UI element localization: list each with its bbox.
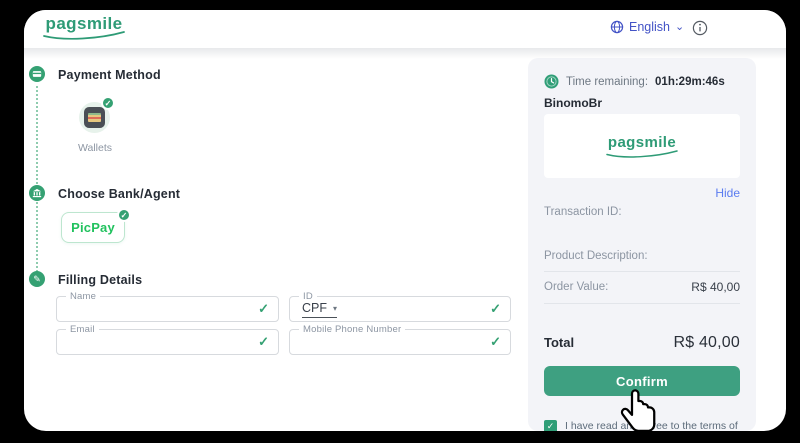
terms-text: I have read and agree to the terms of us… — [565, 420, 740, 431]
step-title-filling-details: Filling Details — [58, 273, 142, 287]
step-badge-payment-method — [29, 66, 45, 82]
hide-link[interactable]: Hide — [715, 186, 740, 200]
order-value: R$ 40,00 — [691, 280, 740, 294]
divider — [544, 303, 740, 304]
pagsmile-logo: pagsmile — [41, 15, 127, 40]
order-value-row: Order Value: R$ 40,00 — [544, 280, 740, 294]
pencil-icon: ✎ — [33, 274, 41, 285]
name-valid-check-icon: ✓ — [258, 301, 269, 317]
time-remaining-row: Time remaining: 01h:29m:46s — [544, 74, 740, 89]
clock-icon — [544, 74, 559, 89]
merchant-logo-swoosh-icon — [604, 150, 680, 158]
picpay-logo: PicPay — [71, 220, 115, 235]
email-input[interactable] — [67, 332, 222, 352]
step-badge-choose-bank — [29, 185, 45, 201]
language-label: English — [629, 20, 670, 34]
id-field: ID CPF ▾ ✓ — [289, 296, 511, 322]
transaction-id-label: Transaction ID: — [544, 206, 622, 218]
select-arrow-icon: ▾ — [333, 304, 337, 313]
total-value: R$ 40,00 — [673, 334, 740, 352]
id-valid-check-icon: ✓ — [490, 301, 501, 317]
order-value-label: Order Value: — [544, 281, 608, 293]
product-description-label: Product Description: — [544, 250, 648, 262]
language-selector[interactable]: English ⌄ — [610, 20, 684, 34]
time-remaining-value: 01h:29m:46s — [655, 76, 725, 88]
wallet-icon — [84, 107, 105, 128]
terms-checkbox[interactable]: ✓ — [544, 420, 557, 431]
step-connector-line — [36, 86, 38, 272]
merchant-logo: pagsmile — [604, 134, 680, 158]
order-summary-panel: Time remaining: 01h:29m:46s BinomoBr pag… — [528, 58, 756, 431]
wallets-selected-check-icon: ✓ — [101, 96, 115, 110]
divider — [544, 271, 740, 272]
chevron-down-icon: ⌄ — [675, 20, 684, 33]
bank-icon — [32, 188, 42, 198]
logo-swoosh-icon — [41, 31, 127, 40]
phone-input[interactable] — [300, 332, 454, 352]
checkout-card: pagsmile English ⌄ — [24, 10, 786, 431]
picpay-selected-check-icon: ✓ — [117, 208, 131, 222]
time-remaining-label: Time remaining: — [566, 76, 648, 88]
info-icon — [692, 20, 708, 36]
email-field: Email ✓ — [56, 329, 279, 355]
step-badge-filling-details: ✎ — [29, 271, 45, 287]
id-type-select[interactable]: CPF ▾ — [302, 301, 337, 318]
bank-option-picpay[interactable]: PicPay — [61, 212, 125, 243]
confirm-button[interactable]: Confirm — [544, 366, 740, 396]
step-title-payment-method: Payment Method — [58, 68, 161, 82]
phone-field: Mobile Phone Number ✓ — [289, 329, 511, 355]
id-type-value: CPF — [302, 301, 327, 315]
merchant-logo-box: pagsmile — [544, 114, 740, 178]
name-field: Name ✓ — [56, 296, 279, 322]
globe-icon — [610, 20, 624, 34]
total-label: Total — [544, 335, 574, 350]
step-title-choose-bank: Choose Bank/Agent — [58, 187, 180, 201]
payment-option-label: Wallets — [64, 142, 126, 154]
email-valid-check-icon: ✓ — [258, 334, 269, 350]
phone-valid-check-icon: ✓ — [490, 334, 501, 350]
terms-row: ✓ I have read and agree to the terms of … — [544, 420, 740, 431]
card-icon — [32, 69, 42, 79]
header: pagsmile English ⌄ — [24, 10, 786, 48]
header-divider — [24, 48, 786, 59]
total-row: Total R$ 40,00 — [544, 334, 740, 352]
merchant-name: BinomoBr — [544, 96, 602, 110]
info-button[interactable] — [692, 20, 708, 41]
name-input[interactable] — [67, 299, 222, 319]
